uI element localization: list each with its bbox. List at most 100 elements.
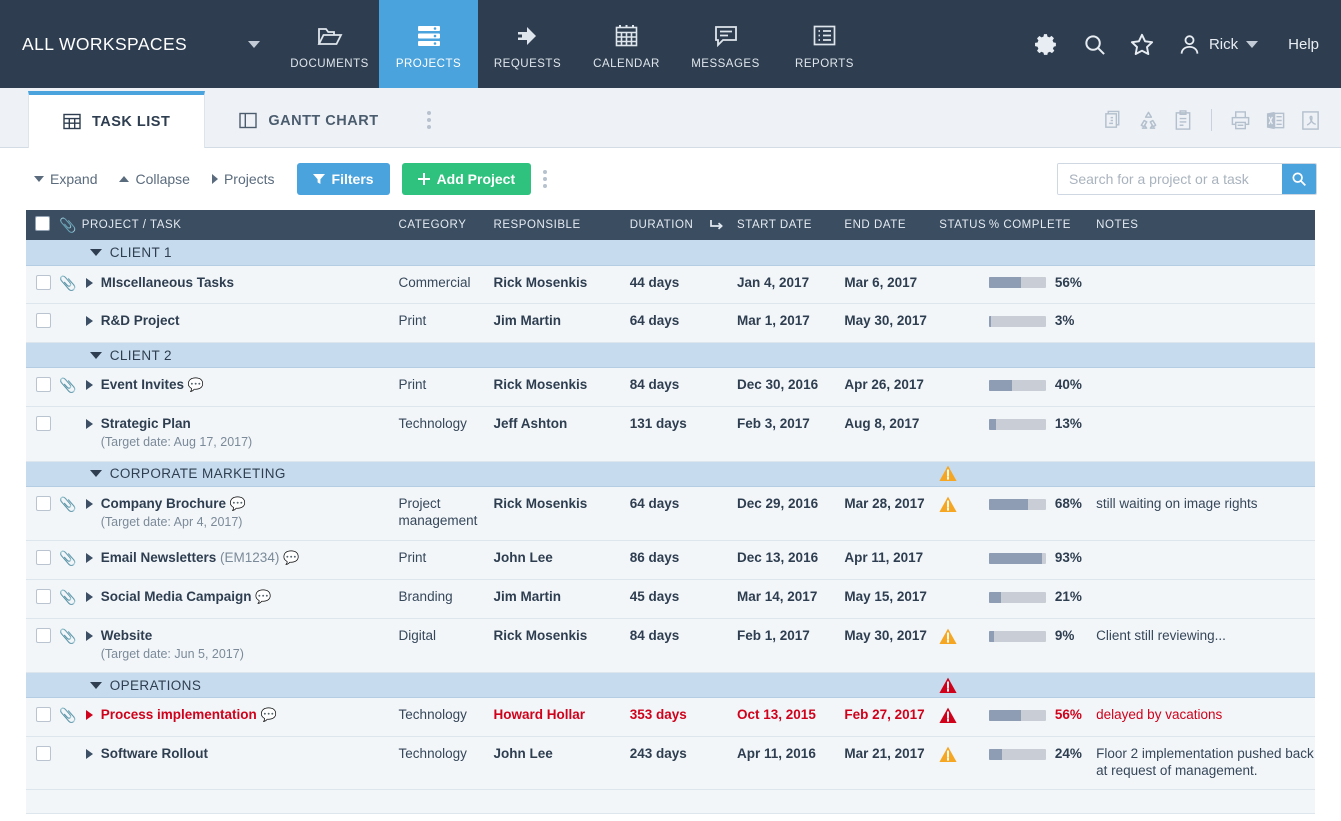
expand-row-icon[interactable]: [86, 499, 93, 509]
paperclip-icon[interactable]: 📎: [59, 377, 76, 395]
task-name-cell[interactable]: R&D Project: [82, 304, 399, 343]
expand-row-icon[interactable]: [86, 631, 93, 641]
search-submit-button[interactable]: [1282, 164, 1316, 194]
recycle-icon[interactable]: [1138, 110, 1159, 131]
paperclip-icon[interactable]: 📎: [59, 496, 76, 514]
table-row[interactable]: 📎Process implementation 💬TechnologyHowar…: [26, 698, 1315, 737]
task-name-cell[interactable]: Email Newsletters (EM1234) 💬: [82, 541, 399, 580]
star-icon[interactable]: [1130, 33, 1154, 56]
table-group-row[interactable]: CLIENT 2: [26, 343, 1315, 368]
row-select-checkbox[interactable]: [36, 275, 51, 290]
tab-overflow-menu[interactable]: [413, 111, 445, 147]
row-select-checkbox[interactable]: [36, 707, 51, 722]
table-row[interactable]: 📎Website(Target date: Jun 5, 2017)Digita…: [26, 618, 1315, 673]
gear-icon[interactable]: [1034, 32, 1059, 57]
task-name-cell[interactable]: Website(Target date: Jun 5, 2017): [82, 618, 399, 673]
paperclip-icon[interactable]: 📎: [59, 628, 76, 646]
row-select-cell[interactable]: [26, 304, 59, 343]
nav-item-projects[interactable]: PROJECTS: [379, 0, 478, 88]
column-header-responsible[interactable]: RESPONSIBLE: [493, 210, 629, 240]
column-header-notes[interactable]: NOTES: [1096, 210, 1315, 240]
status-danger-icon[interactable]: [939, 677, 989, 694]
paperclip-icon[interactable]: 📎: [59, 707, 76, 725]
comment-bubble-icon[interactable]: 💬: [230, 496, 246, 511]
task-name-cell[interactable]: Social Media Campaign 💬: [82, 580, 399, 619]
user-menu[interactable]: Rick: [1178, 33, 1258, 56]
add-project-button[interactable]: Add Project: [402, 163, 532, 195]
table-row[interactable]: 📎Social Media Campaign 💬BrandingJim Mart…: [26, 580, 1315, 619]
expand-row-icon[interactable]: [86, 710, 93, 720]
column-header-status[interactable]: STATUS: [939, 210, 989, 240]
tab-task-list[interactable]: TASK LIST: [28, 91, 205, 148]
group-row-title-cell[interactable]: CLIENT 1: [82, 240, 940, 265]
column-header-end-date[interactable]: END DATE: [844, 210, 939, 240]
table-row[interactable]: 📎 Company Brochure 💬(Target date: Apr 4, …: [26, 486, 1315, 541]
comment-bubble-icon[interactable]: 💬: [188, 377, 204, 392]
paperclip-icon[interactable]: 📎: [59, 550, 76, 568]
expand-row-icon[interactable]: [86, 553, 93, 563]
task-name-cell[interactable]: Strategic Plan(Target date: Aug 17, 2017…: [82, 407, 399, 462]
group-row-title-cell[interactable]: CORPORATE MARKETING: [82, 461, 940, 486]
group-row-title-cell[interactable]: CLIENT 2: [82, 343, 940, 368]
nav-item-requests[interactable]: REQUESTS: [478, 0, 577, 88]
task-name-cell[interactable]: MIscellaneous Tasks: [82, 265, 399, 304]
projects-toggle-button[interactable]: Projects: [212, 171, 275, 187]
row-select-cell[interactable]: [26, 618, 59, 673]
row-select-cell[interactable]: [26, 407, 59, 462]
table-group-row[interactable]: CLIENT 1: [26, 240, 1315, 265]
row-select-checkbox[interactable]: [36, 496, 51, 511]
expand-row-icon[interactable]: [86, 316, 93, 326]
table-row[interactable]: 📎Event Invites 💬PrintRick Mosenkis84 day…: [26, 368, 1315, 407]
task-name-cell[interactable]: Event Invites 💬: [82, 368, 399, 407]
row-select-cell[interactable]: [26, 486, 59, 541]
row-select-checkbox[interactable]: [36, 377, 51, 392]
row-select-cell[interactable]: [26, 265, 59, 304]
triangle-down-icon[interactable]: [90, 249, 102, 256]
filters-button[interactable]: Filters: [297, 163, 390, 195]
row-select-cell[interactable]: [26, 580, 59, 619]
comment-bubble-icon[interactable]: 💬: [261, 707, 277, 722]
row-select-cell[interactable]: [26, 541, 59, 580]
expand-row-icon[interactable]: [86, 380, 93, 390]
select-all-header[interactable]: [26, 210, 59, 240]
status-warning-icon[interactable]: [939, 496, 989, 513]
table-row[interactable]: Strategic Plan(Target date: Aug 17, 2017…: [26, 407, 1315, 462]
search-input[interactable]: [1058, 164, 1282, 194]
column-header-start-date[interactable]: START DATE: [737, 210, 844, 240]
expand-all-button[interactable]: Expand: [34, 171, 97, 187]
duplicate-icon[interactable]: [1103, 110, 1124, 131]
triangle-down-icon[interactable]: [90, 470, 102, 477]
search-icon[interactable]: [1083, 33, 1106, 56]
nav-item-reports[interactable]: REPORTS: [775, 0, 874, 88]
comment-bubble-icon[interactable]: 💬: [255, 589, 271, 604]
row-select-checkbox[interactable]: [36, 550, 51, 565]
nav-item-calendar[interactable]: CALENDAR: [577, 0, 676, 88]
clipboard-icon[interactable]: [1173, 110, 1193, 131]
expand-row-icon[interactable]: [86, 419, 93, 429]
table-group-row[interactable]: CORPORATE MARKETING: [26, 461, 1315, 486]
row-select-checkbox[interactable]: [36, 313, 51, 328]
excel-export-icon[interactable]: [1265, 110, 1286, 131]
column-header-category[interactable]: CATEGORY: [399, 210, 494, 240]
table-row[interactable]: Software RolloutTechnologyJohn Lee243 da…: [26, 737, 1315, 790]
workspace-selector[interactable]: ALL WORKSPACES: [0, 0, 280, 88]
paperclip-icon[interactable]: 📎: [59, 275, 76, 293]
collapse-all-button[interactable]: Collapse: [119, 171, 189, 187]
table-group-row[interactable]: OPERATIONS: [26, 673, 1315, 698]
row-select-cell[interactable]: [26, 368, 59, 407]
select-all-checkbox[interactable]: [35, 216, 50, 231]
status-warning-icon[interactable]: [939, 628, 989, 645]
triangle-down-icon[interactable]: [90, 682, 102, 689]
nav-item-documents[interactable]: DOCUMENTS: [280, 0, 379, 88]
status-warning-icon[interactable]: [939, 746, 989, 763]
nav-item-messages[interactable]: MESSAGES: [676, 0, 775, 88]
task-name-cell[interactable]: Company Brochure 💬(Target date: Apr 4, 2…: [82, 486, 399, 541]
row-select-cell[interactable]: [26, 737, 59, 790]
row-select-checkbox[interactable]: [36, 589, 51, 604]
column-header-percent-complete[interactable]: % COMPLETE: [989, 210, 1096, 240]
pdf-export-icon[interactable]: [1300, 110, 1321, 131]
task-name-cell[interactable]: Software Rollout: [82, 737, 399, 790]
row-select-checkbox[interactable]: [36, 746, 51, 761]
comment-bubble-icon[interactable]: 💬: [283, 550, 299, 565]
status-danger-icon[interactable]: [939, 707, 989, 724]
